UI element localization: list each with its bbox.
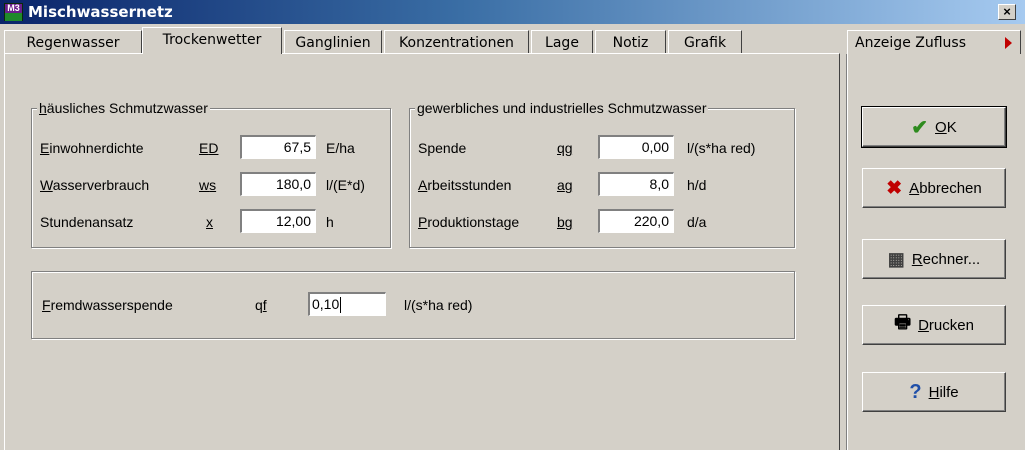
tab-label: Regenwasser — [26, 35, 120, 51]
ws-symbol: ws — [199, 177, 217, 193]
text-caret — [340, 297, 342, 314]
produktionstage-unit: d/a — [687, 214, 707, 230]
check-icon: ✔ — [911, 116, 929, 139]
fremdwasserspende-label: Fremdwasserspende — [42, 297, 173, 313]
calculator-icon: ▦ — [887, 248, 905, 269]
einwohnerdichte-label: Einwohnerdichte — [40, 140, 144, 156]
tab-grafik[interactable]: Grafik — [668, 30, 742, 54]
help-button[interactable]: ? Hilfe — [862, 372, 1006, 412]
help-button-label: Hilfe — [928, 383, 959, 401]
cross-icon: ✖ — [886, 177, 903, 199]
tab-ganglinien[interactable]: Ganglinien — [284, 30, 382, 54]
produktionstage-label: Produktionstage — [418, 214, 520, 230]
calculator-button[interactable]: ▦ Rechner... — [862, 239, 1006, 279]
tab-regenwasser[interactable]: Regenwasser — [4, 30, 142, 54]
anzeige-zufluss-label: Anzeige Zufluss — [855, 35, 966, 51]
bg-symbol: bg — [557, 214, 573, 230]
x-symbol: x — [206, 214, 213, 230]
tab-lage[interactable]: Lage — [531, 30, 593, 54]
fremdwasserspende-field[interactable]: 0,10 — [308, 292, 386, 316]
tab-label: Konzentrationen — [399, 35, 514, 51]
sidebar-divider — [846, 54, 848, 450]
fremdwasserspende-unit: l/(s*ha red) — [404, 297, 473, 313]
spende-unit: l/(s*ha red) — [687, 140, 756, 156]
tab-konzentrationen[interactable]: Konzentrationen — [384, 30, 529, 54]
app-icon-bottom — [5, 13, 22, 21]
anzeige-zufluss-tab[interactable]: Anzeige Zufluss — [847, 30, 1021, 54]
ag-symbol: ag — [557, 177, 573, 193]
print-button-label: Drucken — [918, 316, 974, 334]
tab-label: Lage — [545, 35, 579, 51]
stundenansatz-field[interactable]: 12,00 — [240, 209, 316, 233]
qf-symbol: qf — [255, 297, 267, 313]
tab-label: Ganglinien — [295, 35, 371, 51]
app-icon-text: M3 — [5, 4, 22, 13]
wasserverbrauch-field[interactable]: 180,0 — [240, 172, 316, 196]
tab-label: Grafik — [683, 35, 727, 51]
spende-label: Spende — [418, 140, 467, 156]
produktionstage-field[interactable]: 220,0 — [598, 209, 674, 233]
arrow-right-icon — [1005, 37, 1012, 49]
einwohnerdichte-unit: E/ha — [326, 140, 355, 156]
industrial-wastewater-group: gewerbliches und industrielles Schmutzwa… — [409, 100, 795, 248]
ok-button-label: OK — [935, 118, 957, 136]
group-title: häusliches Schmutzwasser — [37, 100, 210, 116]
tab-trockenwetter[interactable]: Trockenwetter — [142, 27, 282, 54]
calculator-button-label: Rechner... — [911, 250, 981, 268]
title-bar[interactable]: M3 Mischwassernetz × — [0, 0, 1025, 24]
ed-symbol: ED — [199, 140, 219, 156]
einwohnerdichte-field[interactable]: 67,5 — [240, 135, 316, 159]
dialog-window: M3 Mischwassernetz × Regenwasser Trocken… — [0, 0, 1025, 450]
window-title: Mischwassernetz — [28, 3, 173, 21]
fremdwasserspende-value: 0,10 — [312, 296, 340, 312]
stundenansatz-label: Stundenansatz — [40, 214, 134, 230]
tab-label: Notiz — [612, 35, 649, 51]
stundenansatz-unit: h — [326, 214, 334, 230]
ok-button[interactable]: ✔ OK — [861, 106, 1007, 148]
printer-icon: 🖶 — [894, 312, 912, 332]
print-button[interactable]: 🖶 Drucken — [862, 305, 1006, 345]
app-icon: M3 — [4, 3, 23, 21]
close-button[interactable]: × — [998, 4, 1016, 20]
fremdwasser-group: Fremdwasserspende qf 0,10 l/(s*ha red) — [31, 271, 795, 339]
domestic-wastewater-group: häusliches Schmutzwasser Einwohnerdichte… — [31, 100, 391, 248]
tab-notiz[interactable]: Notiz — [595, 30, 666, 54]
group-title: gewerbliches und industrielles Schmutzwa… — [415, 100, 709, 116]
cancel-button-label: Abbrechen — [909, 179, 982, 197]
qg-symbol: qg — [557, 140, 573, 156]
cancel-button[interactable]: ✖ Abbrechen — [862, 168, 1006, 208]
tab-panel-trockenwetter: häusliches Schmutzwasser Einwohnerdichte… — [4, 53, 840, 450]
wasserverbrauch-label: Wasserverbrauch — [40, 177, 150, 193]
question-icon: ? — [909, 380, 922, 403]
arbeitsstunden-unit: h/d — [687, 177, 707, 193]
arbeitsstunden-label: Arbeitsstunden — [418, 177, 512, 193]
wasserverbrauch-unit: l/(E*d) — [326, 177, 365, 193]
arbeitsstunden-field[interactable]: 8,0 — [598, 172, 674, 196]
spende-field[interactable]: 0,00 — [598, 135, 674, 159]
tab-label: Trockenwetter — [162, 32, 262, 48]
